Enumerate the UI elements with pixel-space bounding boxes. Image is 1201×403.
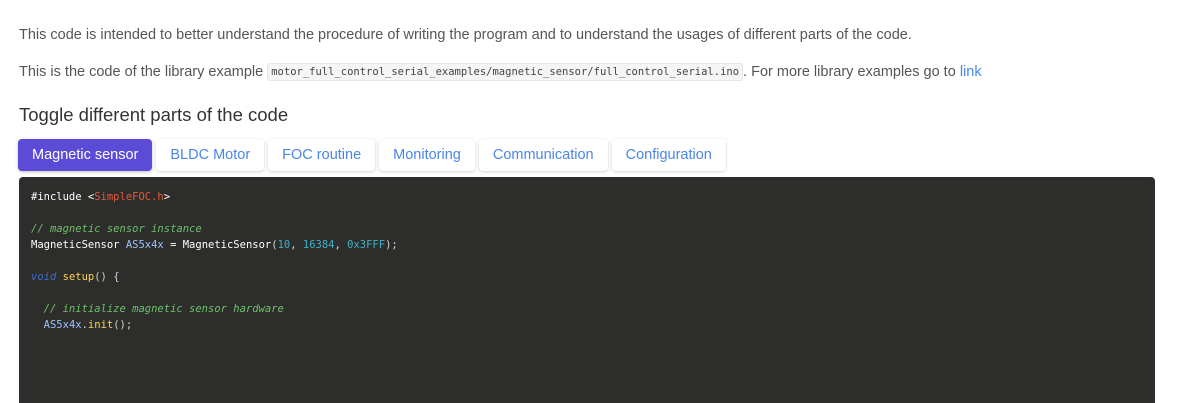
code-token: ();: [113, 319, 133, 331]
code-line: MagneticSensor AS5x4x = MagneticSensor(1…: [31, 237, 1143, 253]
code-function: setup: [56, 271, 95, 283]
code-line: // initialize magnetic sensor hardware: [31, 301, 1143, 317]
section-heading: Toggle different parts of the code: [19, 104, 289, 125]
examples-link[interactable]: link: [960, 64, 982, 80]
intro-paragraph: This code is intended to better understa…: [19, 27, 912, 43]
code-token: = MagneticSensor: [163, 239, 272, 251]
tab-magnetic-sensor[interactable]: Magnetic sensor: [18, 139, 153, 171]
code-keyword: void: [31, 271, 57, 283]
tab-configuration[interactable]: Configuration: [611, 139, 726, 171]
code-number: 10: [277, 239, 291, 251]
code-line: void setup() {: [31, 269, 1143, 285]
example-suffix: . For more library examples go to: [743, 64, 960, 80]
tab-monitoring[interactable]: Monitoring: [379, 139, 475, 171]
code-token: SimpleFOC.h: [94, 191, 164, 203]
page: This code is intended to better understa…: [0, 0, 1201, 403]
code-number: 0x3FFF: [347, 239, 386, 251]
code-token: #include <: [31, 191, 95, 203]
code-token: AS5x4x: [125, 239, 164, 251]
code-token: AS5x4x: [43, 319, 82, 331]
tab-bldc-motor[interactable]: BLDC Motor: [156, 139, 265, 171]
code-line: AS5x4x.init();: [31, 317, 1143, 333]
code-token: >: [163, 191, 171, 203]
code-comment: // magnetic sensor instance: [31, 223, 202, 235]
code-number: 16384: [302, 239, 335, 251]
code-token: ,: [334, 239, 348, 251]
code-block[interactable]: #include <SimpleFOC.h> // magnetic senso…: [19, 177, 1155, 403]
code-token: ,: [290, 239, 303, 251]
code-token: );: [385, 239, 398, 251]
example-path: motor_full_control_serial_examples/magne…: [267, 63, 744, 81]
example-paragraph: This is the code of the library example …: [19, 63, 982, 81]
tab-foc-routine[interactable]: FOC routine: [268, 139, 376, 171]
tab-communication[interactable]: Communication: [478, 139, 608, 171]
code-tabs: Magnetic sensor BLDC Motor FOC routine M…: [18, 139, 730, 171]
code-token: () {: [94, 271, 120, 283]
code-function: init: [87, 319, 114, 331]
code-line: // magnetic sensor instance: [31, 221, 1143, 237]
code-token: MagneticSensor: [31, 239, 126, 251]
code-comment: // initialize magnetic sensor hardware: [31, 303, 284, 315]
code-line: #include <SimpleFOC.h>: [31, 189, 1143, 205]
example-prefix: This is the code of the library example: [19, 64, 268, 80]
